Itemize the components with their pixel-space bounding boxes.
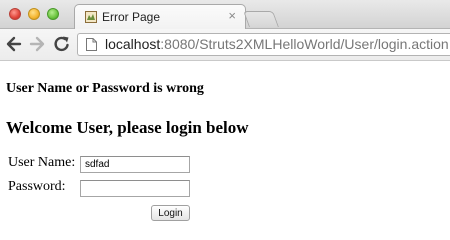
- page-heading: Welcome User, please login below: [6, 118, 249, 137]
- tab-strip: Error Page ×: [0, 0, 450, 29]
- back-arrow-icon[interactable]: [4, 34, 24, 54]
- new-tab-button[interactable]: [243, 11, 279, 27]
- browser-toolbar: localhost:8080/Struts2XMLHelloWorld/User…: [0, 29, 450, 61]
- forward-arrow-icon[interactable]: [27, 34, 47, 54]
- address-bar[interactable]: localhost:8080/Struts2XMLHelloWorld/User…: [77, 33, 450, 56]
- reload-icon[interactable]: [52, 34, 72, 54]
- tab-title: Error Page: [102, 10, 161, 24]
- window-close-button[interactable]: [9, 8, 21, 20]
- password-field[interactable]: [80, 180, 190, 197]
- login-button[interactable]: Login: [151, 205, 190, 221]
- error-message: User Name or Password is wrong: [6, 81, 204, 96]
- tab-error-page[interactable]: Error Page ×: [74, 4, 246, 29]
- url-path: :8080/Struts2XMLHelloWorld/User/login.ac…: [160, 36, 449, 52]
- window-minimize-button[interactable]: [28, 8, 40, 20]
- username-field[interactable]: [80, 156, 190, 173]
- username-label: User Name:: [8, 155, 76, 170]
- url-host: localhost: [105, 36, 161, 52]
- password-label: Password:: [8, 179, 66, 194]
- favicon-icon: [85, 11, 97, 23]
- close-icon[interactable]: ×: [228, 9, 236, 23]
- url-text: localhost:8080/Struts2XMLHelloWorld/User…: [105, 36, 449, 52]
- page-content: User Name or Password is wrong Welcome U…: [0, 61, 450, 235]
- window-maximize-button[interactable]: [47, 8, 59, 20]
- page-icon: [86, 38, 97, 51]
